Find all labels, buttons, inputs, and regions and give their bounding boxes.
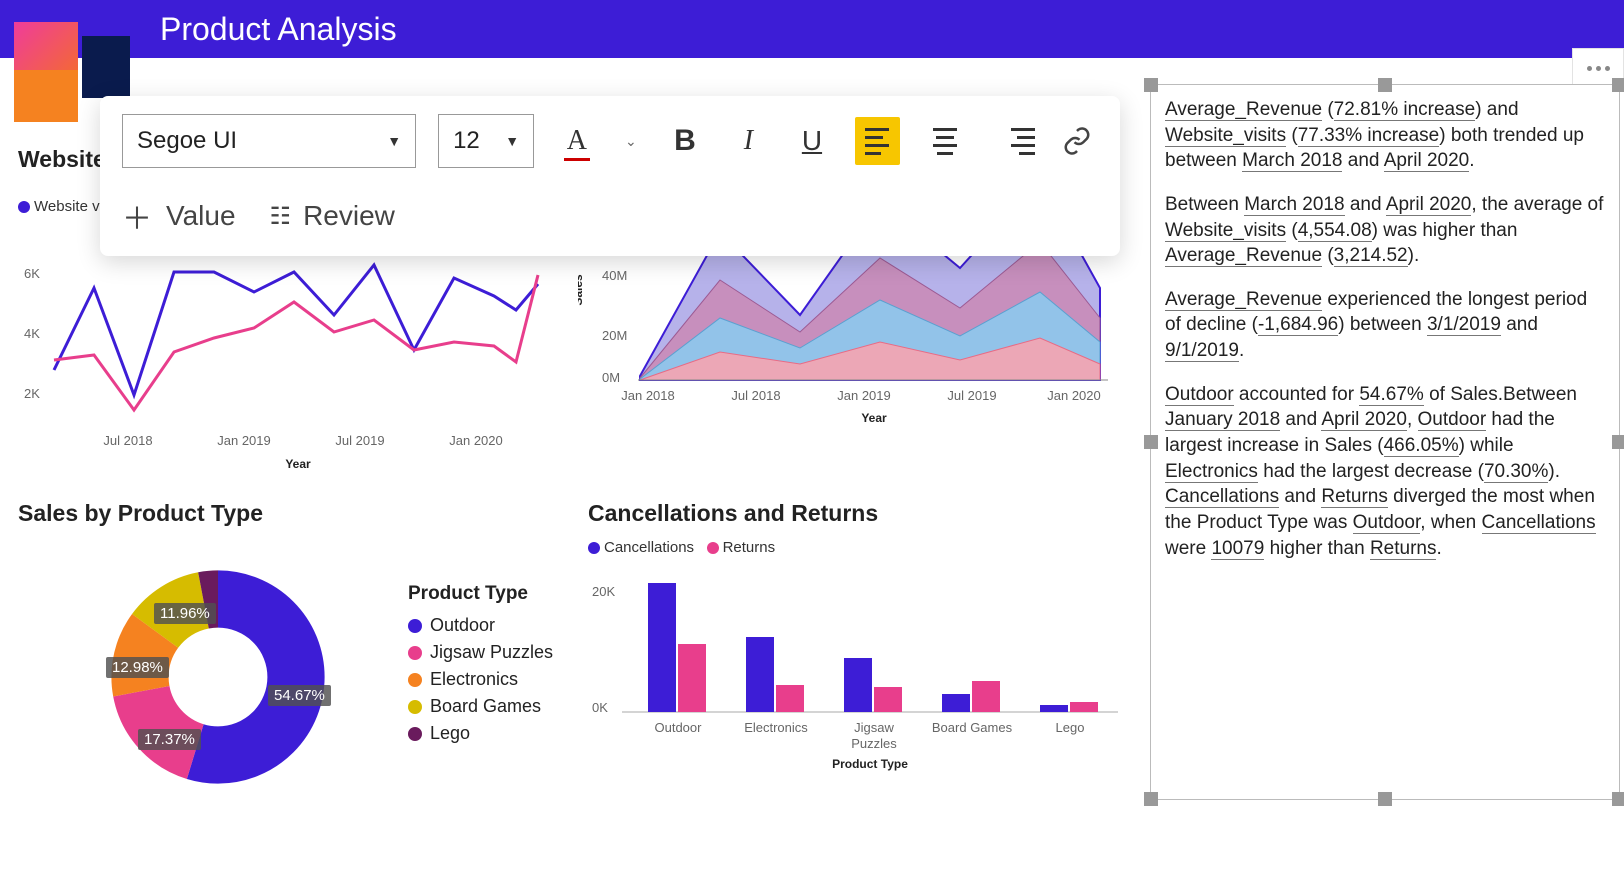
svg-text:4K: 4K [24,326,40,341]
svg-text:Electronics: Electronics [744,720,808,735]
page-header: Product Analysis [0,0,1624,58]
align-center-button[interactable] [922,117,967,165]
chart-title-visits: Website [18,146,106,173]
donut-label-elec: 12.98% [106,657,169,678]
svg-text:Sales: Sales [578,274,585,306]
chart-visits-revenue[interactable]: 6K 4K 2K Jul 2018 Jan 2019 Jul 2019 Jan … [18,220,558,500]
svg-text:0K: 0K [592,700,608,715]
chevron-down-icon: ▼ [505,133,519,149]
svg-text:Year: Year [861,411,887,425]
narrative-p4: Outdoor accounted for 54.67% of Sales.Be… [1165,382,1605,561]
narrative-p2: Between March 2018 and April 2020, the a… [1165,192,1605,269]
legend-title: Product Type [408,583,553,605]
add-value-button[interactable]: ＋ Value [122,194,236,238]
font-family-select[interactable]: Segoe UI▼ [122,114,416,168]
bars-outdoor [648,583,706,712]
svg-text:Outdoor: Outdoor [655,720,703,735]
list-icon: ☷ [270,202,290,231]
chart-title-cancel: Cancellations and Returns [588,500,1148,527]
legend-item-outdoor[interactable]: Outdoor [408,615,553,636]
legend-cancel: Cancellations Returns [588,539,1148,556]
svg-text:40M: 40M [602,268,627,283]
svg-text:0M: 0M [602,370,620,385]
svg-text:Board Games: Board Games [932,720,1013,735]
donut-label-board: 11.96% [154,603,216,624]
svg-text:Jul 2019: Jul 2019 [335,433,384,448]
font-color-dropdown[interactable]: ⌄ [620,119,643,163]
align-right-button[interactable] [989,117,1034,165]
series-website-visits [54,265,538,395]
svg-text:Puzzles: Puzzles [851,736,897,751]
page-title: Product Analysis [160,11,397,48]
svg-text:Jan 2019: Jan 2019 [837,388,891,403]
legend-item-jigsaw[interactable]: Jigsaw Puzzles [408,642,553,663]
svg-text:Product Type: Product Type [832,757,908,771]
svg-text:Jul 2018: Jul 2018 [731,388,780,403]
font-color-button[interactable]: A [556,119,598,163]
svg-text:Lego: Lego [1056,720,1085,735]
underline-button[interactable]: U [791,119,833,163]
bars-lego [1040,702,1098,712]
donut-label-outdoor: 54.67% [268,685,331,706]
narrative-p3: Average_Revenue experienced the longest … [1165,287,1605,364]
chevron-down-icon: ▼ [387,133,401,149]
align-left-button[interactable] [855,117,900,165]
svg-text:Jan 2020: Jan 2020 [449,433,503,448]
chart-title-sales-product: Sales by Product Type [18,500,578,527]
svg-text:Year: Year [285,457,311,471]
review-button[interactable]: ☷ Review [270,200,395,232]
svg-text:Jul 2018: Jul 2018 [103,433,152,448]
smart-narrative-textbox[interactable]: Average_Revenue (72.81% increase) and We… [1150,84,1620,800]
font-size-select[interactable]: 12▼ [438,114,534,168]
svg-text:6K: 6K [24,266,40,281]
svg-text:2K: 2K [24,386,40,401]
svg-text:Jul 2019: Jul 2019 [947,388,996,403]
legend-item-electronics[interactable]: Electronics [408,669,553,690]
svg-text:Jigsaw: Jigsaw [854,720,894,735]
legend-item-boardgames[interactable]: Board Games [408,696,553,717]
text-format-toolbar: Segoe UI▼ 12▼ A ⌄ B I U ＋ Value ☷ Review [100,96,1120,256]
legend-item-lego[interactable]: Lego [408,723,553,744]
italic-button[interactable]: I [728,119,770,163]
legend-product-type: Product Type Outdoor Jigsaw Puzzles Elec… [408,583,553,750]
bold-button[interactable]: B [664,119,706,163]
chart-cancel-returns[interactable]: 20K 0K Outdoor [588,556,1148,796]
plus-icon: ＋ [122,194,152,238]
svg-text:20K: 20K [592,584,615,599]
series-avg-revenue [54,275,538,410]
bars-jigsaw [844,658,902,712]
bars-board [942,681,1000,712]
svg-text:Jan 2019: Jan 2019 [217,433,271,448]
svg-text:Jan 2020: Jan 2020 [1047,388,1101,403]
bars-electronics [746,637,804,712]
narrative-p1: Average_Revenue (72.81% increase) and We… [1165,97,1605,174]
insert-link-button[interactable] [1057,119,1099,163]
svg-text:20M: 20M [602,328,627,343]
svg-text:Jan 2018: Jan 2018 [621,388,675,403]
donut-label-jigsaw: 17.37% [138,729,201,750]
